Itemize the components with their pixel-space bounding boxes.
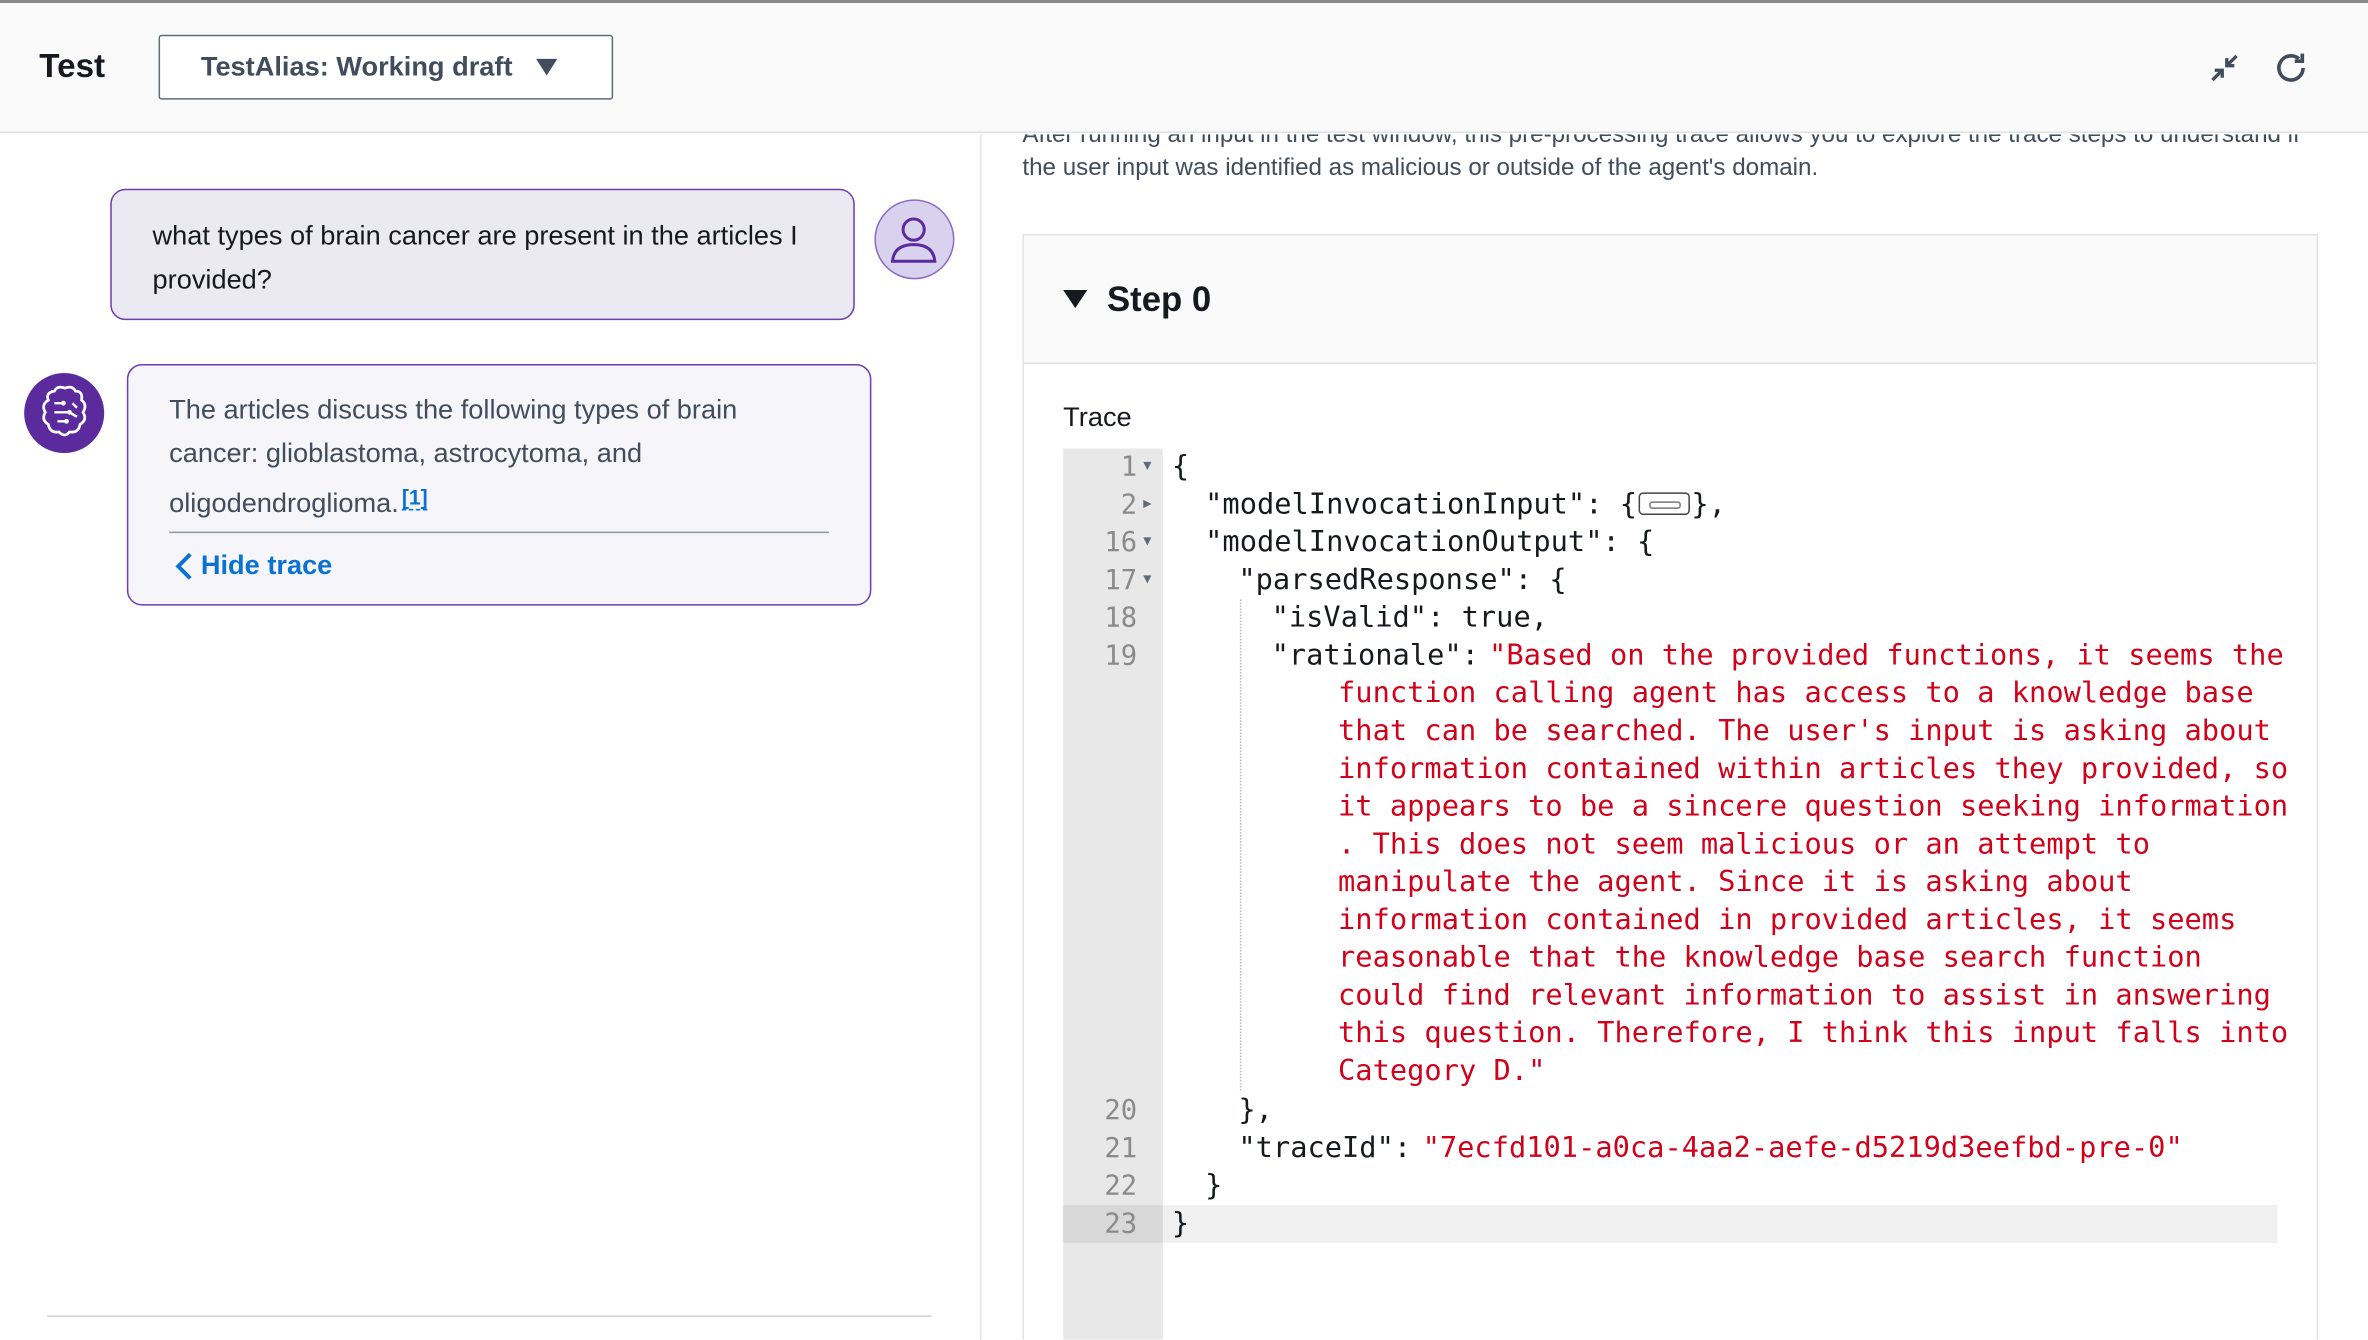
minimize-icon[interactable] — [2206, 50, 2242, 86]
hide-trace-link[interactable]: Hide trace — [174, 549, 333, 582]
trace-pane[interactable]: After running an input in the test windo… — [983, 134, 2368, 1340]
divider — [169, 531, 830, 534]
line-number: 22 — [1104, 1170, 1138, 1203]
json-string: it appears to be a sincere question seek… — [1338, 789, 2289, 824]
code-text: } — [1205, 1168, 1223, 1203]
json-string: could find relevant information to assis… — [1338, 978, 2271, 1012]
agent-brain-icon — [24, 373, 105, 454]
json-string: reasonable that the knowledge base searc… — [1338, 940, 2202, 975]
json-string: "7ecfd101-a0ca-4aa2-aefe-d5219d3eefbd-pr… — [1422, 1131, 2183, 1165]
code-text: "modelInvocationInput": {}, — [1205, 486, 1726, 524]
line-number: 19 — [1104, 640, 1138, 673]
line-number: 20 — [1104, 1094, 1138, 1127]
trace-label: Trace — [1063, 401, 1132, 432]
json-string: information contained within articles th… — [1338, 752, 2289, 786]
caret-down-icon — [1063, 289, 1088, 309]
trace-description: After running an input in the test windo… — [1022, 134, 2300, 182]
code-text: "isValid": true, — [1271, 601, 1549, 635]
code-line: 1 ▼ { — [1063, 449, 2277, 487]
user-avatar-icon — [874, 199, 955, 280]
step-title: Step 0 — [1106, 278, 1212, 318]
code-text: } — [1171, 1206, 1190, 1240]
step-panel: Step 0 Trace 1 ▼ { 2 ▶ "modelInvocationI… — [1022, 234, 2319, 1340]
alias-select[interactable]: TestAlias: Working draft — [158, 34, 614, 100]
trace-code-editor[interactable]: 1 ▼ { 2 ▶ "modelInvocationInput": {}, 16… — [1063, 448, 2288, 1340]
fold-open-icon[interactable]: ▼ — [1143, 524, 1151, 562]
agent-message-text: The articles discuss the following types… — [169, 388, 803, 525]
fold-open-icon[interactable]: ▼ — [1143, 562, 1151, 600]
user-message: what types of brain cancer are present i… — [110, 188, 855, 321]
code-line: 20 }, — [1063, 1092, 2277, 1130]
fold-open-icon[interactable]: ▼ — [1143, 449, 1151, 487]
code-text: "rationale": — [1271, 638, 1497, 673]
chevron-left-icon — [175, 552, 192, 580]
fold-closed-icon[interactable]: ▶ — [1143, 486, 1151, 524]
code-line: 17 ▼ "parsedResponse": { — [1063, 562, 2277, 600]
divider — [46, 1315, 932, 1317]
code-line-active: 23 } — [1063, 1205, 2278, 1243]
json-punct: }, — [1691, 487, 1726, 522]
citation-link[interactable]: [1] — [401, 484, 428, 511]
line-number: 18 — [1104, 602, 1138, 635]
agent-message: The articles discuss the following types… — [126, 363, 872, 606]
json-string: that can be searched. The user's input i… — [1338, 714, 2271, 748]
code-line: 21 "traceId": "7ecfd101-a0ca-4aa2-aefe-d… — [1063, 1130, 2277, 1168]
json-string: . This does not seem malicious or an att… — [1338, 827, 2150, 861]
code-text: { — [1171, 450, 1190, 484]
hide-trace-label: Hide trace — [200, 549, 333, 580]
line-number: 21 — [1104, 1132, 1138, 1165]
code-line: 22 } — [1063, 1167, 2277, 1205]
collapsed-object-icon[interactable] — [1638, 492, 1690, 515]
code-line: 16 ▼ "modelInvocationOutput": { — [1063, 524, 2277, 562]
code-line: 18 "isValid": true, — [1063, 600, 2277, 638]
code-text: "parsedResponse": { — [1238, 563, 1567, 597]
code-text: }, — [1238, 1093, 1273, 1127]
alias-select-value: TestAlias: Working draft — [200, 51, 513, 82]
code-line: 2 ▶ "modelInvocationInput": {}, — [1063, 486, 2277, 524]
code-text: "modelInvocationOutput": { — [1205, 525, 1655, 559]
code-line: 19 "rationale": "Based on the provided f… — [1063, 637, 2283, 675]
refresh-icon[interactable] — [2273, 50, 2309, 86]
json-string: information contained in provided articl… — [1338, 903, 2237, 937]
json-string: function calling agent has access to a k… — [1338, 676, 2254, 710]
code-text: "traceId": — [1238, 1131, 1429, 1165]
test-header: Test TestAlias: Working draft — [0, 0, 2368, 133]
json-key: "modelInvocationInput": { — [1205, 487, 1638, 522]
caret-down-icon — [536, 58, 558, 76]
indent-guide — [1239, 599, 1242, 1091]
page-title: Test — [39, 46, 106, 85]
step-header[interactable]: Step 0 — [1023, 235, 2317, 364]
agent-message-body: The articles discuss the following types… — [169, 394, 738, 518]
test-window: Test TestAlias: Working draft what types… — [0, 0, 2368, 1340]
json-string: "Based on the provided functions, it see… — [1489, 638, 2284, 673]
line-number: 23 — [1063, 1205, 1163, 1243]
json-string: manipulate the agent. Since it is asking… — [1338, 865, 2133, 899]
json-string: this question. Therefore, I think this i… — [1338, 1016, 2289, 1050]
json-string: Category D." — [1338, 1054, 1546, 1088]
chat-pane: what types of brain cancer are present i… — [0, 134, 982, 1340]
